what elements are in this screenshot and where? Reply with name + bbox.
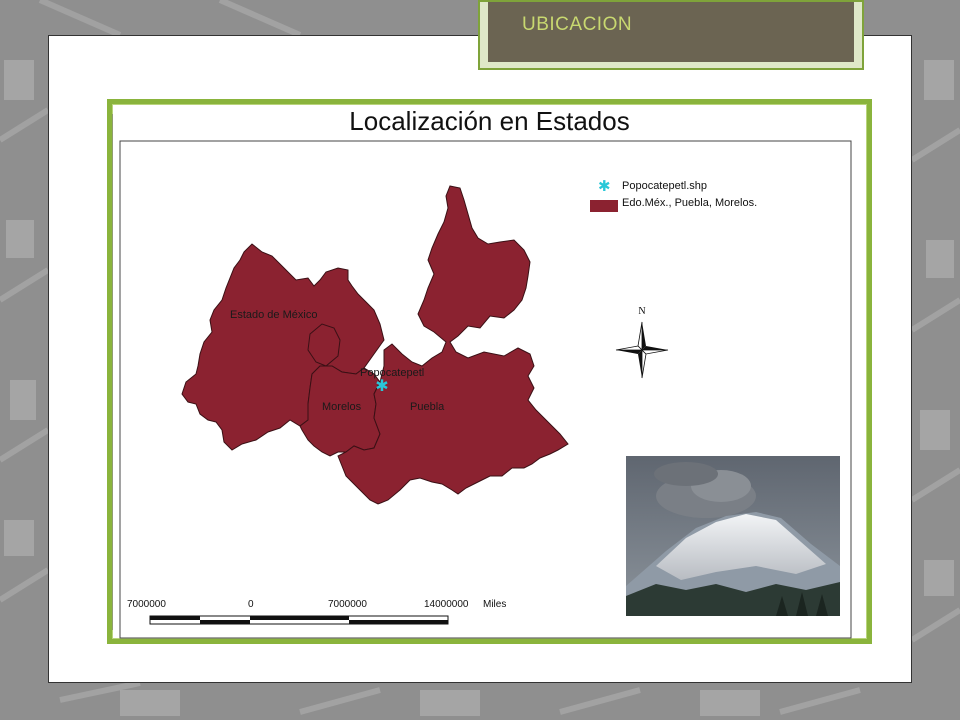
north-arrow-letter: N xyxy=(638,306,645,317)
estado-de-mexico-label: Estado de México xyxy=(230,309,317,321)
slide-title-background: UBICACION xyxy=(488,2,854,62)
volcano-photo xyxy=(626,456,840,616)
slide-title-tab: UBICACION xyxy=(478,0,864,70)
scale-unit-label: Miles xyxy=(483,599,507,610)
north-arrow-icon: N xyxy=(615,306,669,379)
polygon-swatch-icon xyxy=(590,200,618,212)
morelos-label: Morelos xyxy=(322,401,362,413)
scale-tick-label: 0 xyxy=(248,599,254,610)
map-frame: Localización en Estados ✱ Estado de Méxi… xyxy=(107,99,872,644)
scale-tick-label: 14000000 xyxy=(424,599,469,610)
slide-title: UBICACION xyxy=(522,14,633,35)
popocatepetl-label: Popocatepetl xyxy=(360,367,424,379)
legend-label: Popocatepetl.shp xyxy=(622,180,708,192)
scale-tick-label: 7000000 xyxy=(127,599,166,610)
scale-bar xyxy=(149,615,449,625)
puebla-label: Puebla xyxy=(410,401,445,413)
scale-tick-label: 7000000 xyxy=(328,599,367,610)
volcano-star-icon: ✱ xyxy=(598,178,611,195)
legend-label: Edo.Méx., Puebla, Morelos. xyxy=(622,197,758,209)
